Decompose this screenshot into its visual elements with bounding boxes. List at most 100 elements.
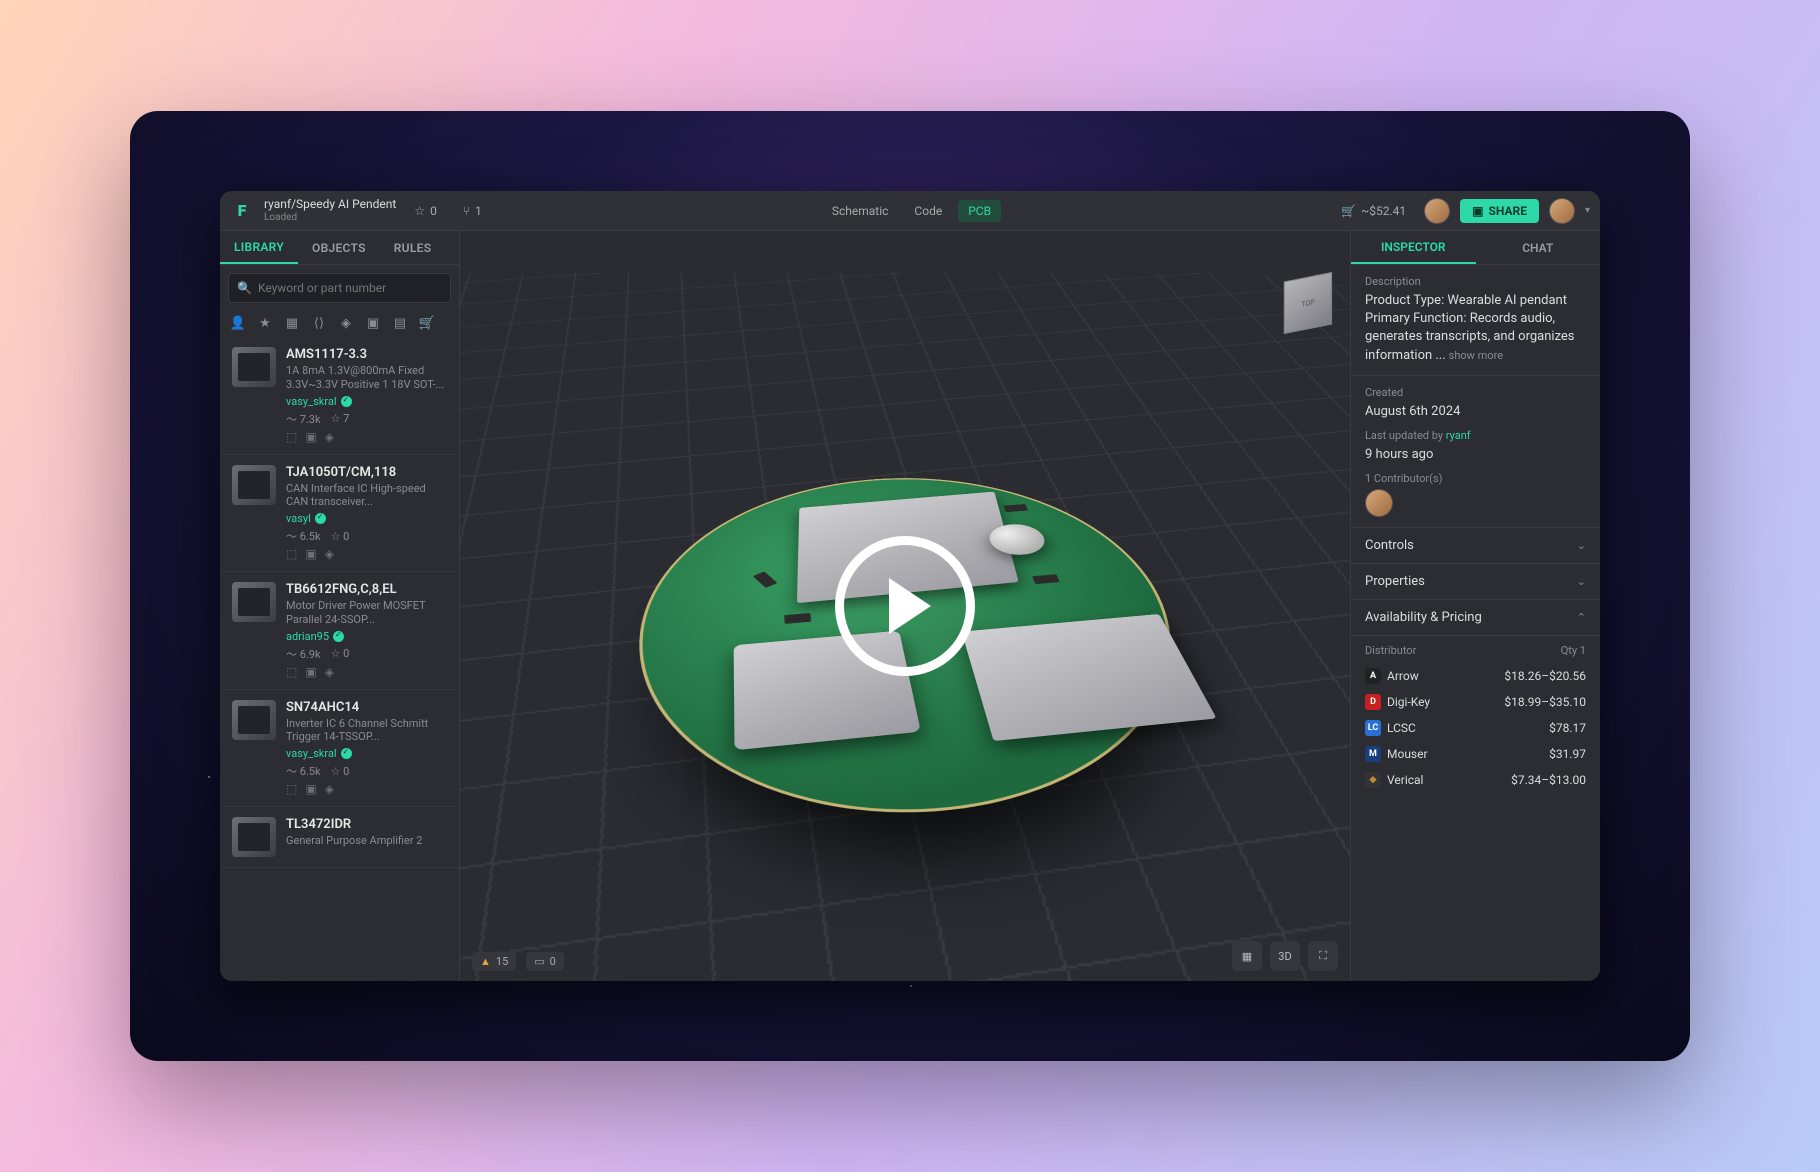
- project-path: ryanf/Speedy AI Pendent: [264, 198, 396, 211]
- package-icon[interactable]: ▣: [365, 315, 381, 331]
- fullscreen-icon: ⛶: [1319, 949, 1327, 963]
- distributor-name: LCSC: [1387, 721, 1416, 735]
- breadcrumb[interactable]: ryanf/Speedy AI Pendent Loaded: [264, 198, 396, 222]
- code-icon[interactable]: ⟨⟩: [311, 315, 327, 331]
- distributor-price: $78.17: [1549, 721, 1586, 735]
- part-name: AMS1117-3.3: [286, 347, 447, 362]
- warnings-chip[interactable]: ▲ 15: [472, 952, 516, 971]
- distributor-row[interactable]: DDigi-Key $18.99–$35.10: [1365, 689, 1586, 715]
- viewport-3d[interactable]: TOP ▲ 15 ▭ 0 ▦ 3D ⛶: [460, 231, 1350, 981]
- search-icon: 🔍: [237, 281, 252, 295]
- model-icon[interactable]: ◈: [325, 430, 334, 444]
- search-input[interactable]: [258, 281, 442, 295]
- star-button[interactable]: ☆ 0: [406, 200, 445, 222]
- download-icon[interactable]: ⬚: [286, 782, 297, 796]
- tab-inspector[interactable]: INSPECTOR: [1351, 231, 1476, 264]
- accordion-controls[interactable]: Controls ⌄: [1351, 528, 1600, 564]
- comment-icon: ▭: [534, 955, 544, 968]
- contributor-avatar[interactable]: [1365, 489, 1393, 517]
- footprint-icon[interactable]: ▣: [305, 547, 316, 561]
- footprint-icon[interactable]: ▣: [305, 665, 316, 679]
- part-thumbnail: [232, 582, 276, 622]
- distributor-row[interactable]: MMouser $31.97: [1365, 741, 1586, 767]
- star-count: ☆ 7: [331, 412, 350, 425]
- 3d-label: 3D: [1278, 950, 1291, 963]
- part-name: SN74AHC14: [286, 700, 447, 715]
- distributor-price: $7.34–$13.00: [1511, 773, 1586, 787]
- warning-icon: ▲: [480, 955, 491, 968]
- part-author[interactable]: vasy_skral: [286, 747, 447, 760]
- grid-icon[interactable]: ▦: [284, 315, 300, 331]
- tab-chat[interactable]: CHAT: [1476, 231, 1601, 264]
- app-window: F ryanf/Speedy AI Pendent Loaded ☆ 0 ⑂ 1…: [220, 191, 1600, 981]
- viewport-bottom-bar: ▲ 15 ▭ 0: [472, 952, 564, 971]
- part-description: Inverter IC 6 Channel Schmitt Trigger 14…: [286, 717, 447, 745]
- topbar: F ryanf/Speedy AI Pendent Loaded ☆ 0 ⑂ 1…: [220, 191, 1600, 231]
- tab-library[interactable]: LIBRARY: [220, 231, 298, 264]
- nav-cube[interactable]: TOP: [1284, 272, 1332, 334]
- distributor-row[interactable]: ◆Verical $7.34–$13.00: [1365, 767, 1586, 793]
- cube-icon[interactable]: ◈: [338, 315, 354, 331]
- part-author[interactable]: adrian95: [286, 630, 447, 643]
- grid-toggle-button[interactable]: ▦: [1232, 941, 1262, 971]
- parts-list[interactable]: AMS1117-3.3 1A 8mA 1.3V@800mA Fixed 3.3V…: [220, 337, 459, 981]
- download-icon[interactable]: ⬚: [286, 547, 297, 561]
- distributor-row[interactable]: AArrow $18.26–$20.56: [1365, 663, 1586, 689]
- 3d-toggle-button[interactable]: 3D: [1270, 941, 1300, 971]
- play-button[interactable]: [835, 536, 975, 676]
- part-item[interactable]: SN74AHC14 Inverter IC 6 Channel Schmitt …: [220, 690, 459, 808]
- cart-filter-icon[interactable]: 🛒: [419, 315, 435, 331]
- chevron-down-icon[interactable]: ▾: [1585, 205, 1590, 216]
- share-button[interactable]: ▣ SHARE: [1460, 199, 1539, 223]
- right-panel: INSPECTOR CHAT Description Product Type:…: [1350, 231, 1600, 981]
- updated-value: 9 hours ago: [1365, 446, 1586, 464]
- model-icon[interactable]: ◈: [325, 665, 334, 679]
- tab-rules[interactable]: RULES: [380, 231, 446, 264]
- app-logo[interactable]: F: [230, 199, 254, 223]
- fullscreen-button[interactable]: ⛶: [1308, 941, 1338, 971]
- verified-icon: [315, 513, 326, 524]
- part-item[interactable]: TB6612FNG,C,8,EL Motor Driver Power MOSF…: [220, 572, 459, 690]
- properties-label: Properties: [1365, 574, 1425, 589]
- part-item[interactable]: AMS1117-3.3 1A 8mA 1.3V@800mA Fixed 3.3V…: [220, 337, 459, 455]
- fork-count: 1: [475, 204, 482, 218]
- accordion-properties[interactable]: Properties ⌄: [1351, 564, 1600, 600]
- description-line1: Product Type: Wearable AI pendant: [1365, 292, 1586, 310]
- footprint-icon[interactable]: ▣: [305, 782, 316, 796]
- qty-header: Qty 1: [1561, 644, 1586, 657]
- model-icon[interactable]: ◈: [325, 547, 334, 561]
- distributor-icon: LC: [1365, 720, 1381, 736]
- chevron-down-icon: ⌄: [1577, 575, 1586, 588]
- download-icon[interactable]: ⬚: [286, 665, 297, 679]
- part-author[interactable]: vasy_skral: [286, 395, 447, 408]
- model-icon[interactable]: ◈: [325, 782, 334, 796]
- project-status: Loaded: [264, 212, 396, 223]
- tab-objects[interactable]: OBJECTS: [298, 231, 380, 264]
- pricing-label: Availability & Pricing: [1365, 610, 1482, 625]
- distributor-row[interactable]: LC LCSC $78.17: [1365, 715, 1586, 741]
- tab-code[interactable]: Code: [904, 200, 952, 222]
- search-box[interactable]: 🔍: [228, 273, 451, 303]
- star-filter-icon[interactable]: ★: [257, 315, 273, 331]
- person-icon[interactable]: 👤: [230, 315, 246, 331]
- avatar-small[interactable]: [1424, 198, 1450, 224]
- part-item[interactable]: TL3472IDR General Purpose Amplifier 2: [220, 807, 459, 868]
- updated-by-link[interactable]: ryanf: [1446, 429, 1471, 442]
- accordion-pricing[interactable]: Availability & Pricing ⌃: [1351, 600, 1600, 636]
- star-icon: ☆: [414, 204, 425, 218]
- schematic-icon[interactable]: ▤: [392, 315, 408, 331]
- star-count: ☆ 0: [331, 530, 350, 543]
- fork-button[interactable]: ⑂ 1: [455, 200, 490, 222]
- show-more-button[interactable]: show more: [1449, 349, 1503, 362]
- cart-button[interactable]: 🛒 ~$52.41: [1333, 200, 1414, 222]
- part-author[interactable]: vasyl: [286, 512, 447, 525]
- tab-schematic[interactable]: Schematic: [822, 200, 899, 222]
- footprint-icon[interactable]: ▣: [305, 430, 316, 444]
- part-item[interactable]: TJA1050T/CM,118 CAN Interface IC High-sp…: [220, 455, 459, 573]
- star-count: ☆ 0: [331, 765, 350, 778]
- user-menu-avatar[interactable]: [1549, 198, 1575, 224]
- share-label: SHARE: [1489, 204, 1527, 218]
- comments-chip[interactable]: ▭ 0: [526, 952, 564, 971]
- tab-pcb[interactable]: PCB: [958, 200, 1001, 222]
- download-icon[interactable]: ⬚: [286, 430, 297, 444]
